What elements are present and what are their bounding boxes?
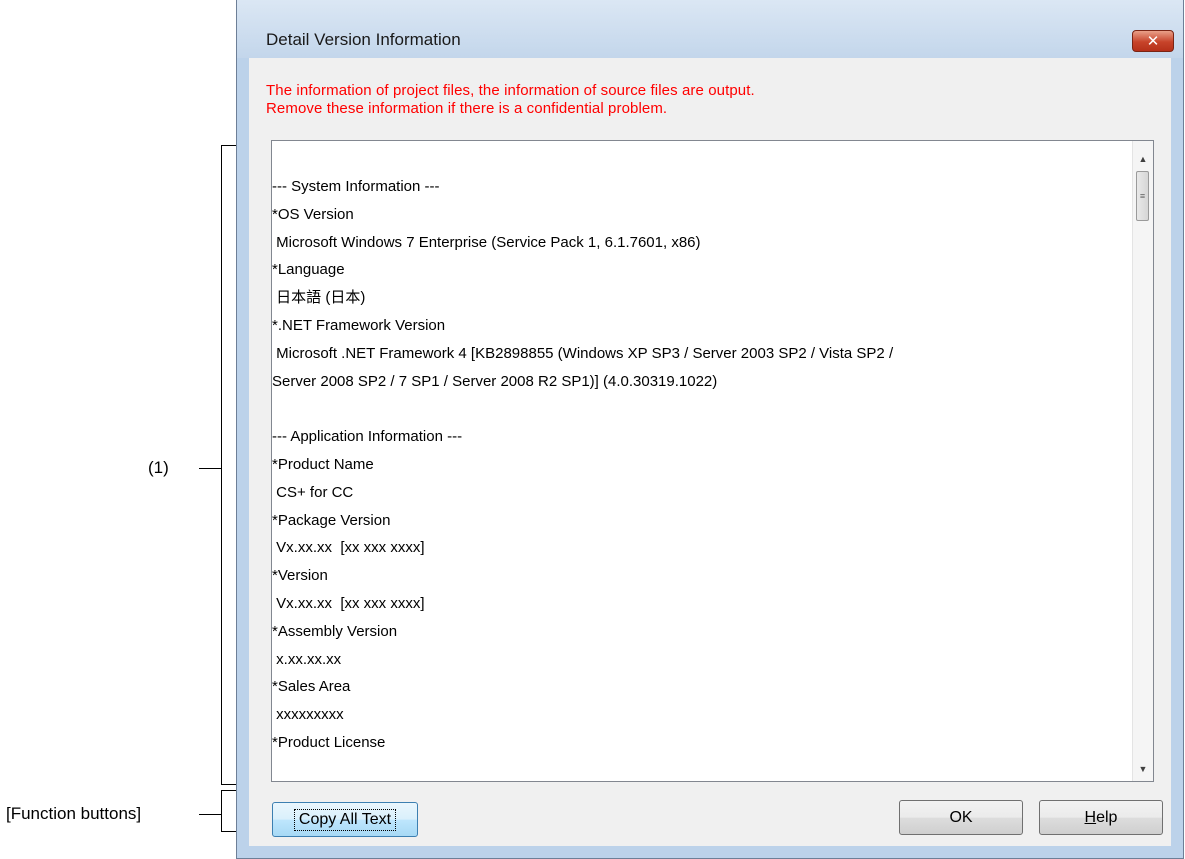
buttons-callout-bracket-vertical [221, 790, 222, 832]
close-button[interactable]: ✕ [1132, 30, 1174, 52]
ok-label: OK [949, 808, 973, 826]
vertical-scrollbar[interactable]: ▲ ≡ ▼ [1132, 141, 1153, 781]
detail-version-dialog: Detail Version Information ✕ The informa… [236, 0, 1184, 859]
copy-all-text-label: Copy All Text [293, 808, 397, 831]
version-info-textbox[interactable]: --- System Information --- *OS Version M… [271, 140, 1154, 782]
text-line: --- Application Information --- [272, 428, 463, 446]
help-button[interactable]: Help [1039, 800, 1163, 835]
close-icon: ✕ [1146, 32, 1160, 50]
scroll-thumb[interactable]: ≡ [1136, 171, 1149, 221]
text-line: Microsoft Windows 7 Enterprise (Service … [272, 233, 701, 251]
ok-button[interactable]: OK [899, 800, 1023, 835]
help-label: Help [1085, 809, 1118, 827]
copy-all-text-button[interactable]: Copy All Text [272, 802, 418, 837]
text-line: *Sales Area [272, 678, 351, 696]
help-mnemonic: H [1084, 808, 1097, 826]
confidentiality-notice: The information of project files, the in… [266, 82, 755, 118]
text-line: CS+ for CC [272, 483, 354, 501]
scroll-up-icon[interactable]: ▲ [1133, 149, 1153, 169]
text-line: *Product License [272, 733, 386, 751]
text-line: *.NET Framework Version [272, 316, 446, 334]
text-line: Microsoft .NET Framework 4 [KB2898855 (W… [272, 344, 894, 362]
title-bar[interactable]: Detail Version Information ✕ [237, 0, 1183, 58]
area-callout-bracket-vertical [221, 145, 222, 785]
buttons-callout-label: [Function buttons] [6, 804, 142, 823]
version-info-text: --- System Information --- *OS Version M… [272, 173, 1131, 757]
grip-icon: ≡ [1139, 191, 1146, 201]
dialog-title: Detail Version Information [266, 30, 461, 49]
text-line: x.xx.xx.xx [272, 650, 342, 668]
text-line: *Product Name [272, 455, 374, 473]
text-line: *Assembly Version [272, 622, 398, 640]
text-line: --- System Information --- [272, 178, 440, 195]
text-line: Vx.xx.xx [xx xxx xxxx] [272, 539, 425, 557]
dialog-client-area: The information of project files, the in… [249, 58, 1171, 846]
text-line: *Language [272, 261, 345, 279]
scroll-down-icon[interactable]: ▼ [1133, 759, 1153, 779]
text-line: 日本語 (日本) [272, 289, 366, 307]
text-line: *Package Version [272, 511, 391, 529]
text-line: *OS Version [272, 205, 354, 223]
text-line [272, 395, 1131, 423]
text-line: Server 2008 SP2 / 7 SP1 / Server 2008 R2… [272, 372, 718, 390]
buttons-callout-leader [199, 814, 221, 815]
notice-line: Remove these information if there is a c… [266, 100, 668, 117]
notice-line: The information of project files, the in… [266, 82, 755, 99]
text-line: *Version [272, 567, 328, 585]
text-line: xxxxxxxxx [272, 706, 344, 724]
area-callout-leader [199, 468, 221, 469]
area-callout-label: (1) [148, 458, 169, 477]
help-label-rest: elp [1096, 808, 1118, 826]
text-line: Vx.xx.xx [xx xxx xxxx] [272, 594, 425, 612]
